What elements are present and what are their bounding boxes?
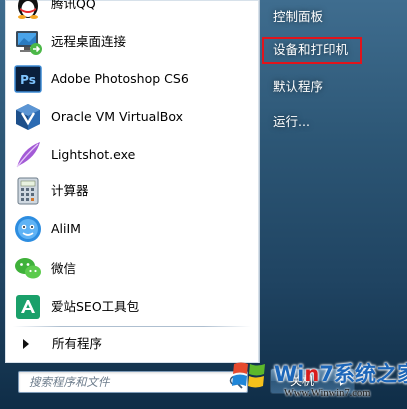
- program-label: AliIM: [51, 221, 81, 236]
- program-item-calculator[interactable]: 计算器: [5, 173, 259, 209]
- aliim-icon: [15, 216, 41, 242]
- all-programs-label: 所有程序: [52, 336, 103, 351]
- qq-penguin-icon: [18, 0, 38, 19]
- program-label: 计算器: [51, 183, 89, 198]
- program-list-separator: [13, 326, 251, 327]
- wechat-icon: [15, 258, 41, 279]
- chevron-right-icon: [340, 378, 345, 386]
- highlight-annotation-box: [262, 37, 362, 64]
- shutdown-button[interactable]: 关机: [270, 368, 334, 394]
- program-label: Oracle VM VirtualBox: [51, 109, 184, 124]
- remote-desktop-icon: [16, 31, 42, 55]
- calculator-icon: [17, 177, 39, 205]
- program-item-aliim[interactable]: AliIM: [5, 211, 259, 247]
- virtualbox-icon: [16, 104, 40, 130]
- program-item-lightshot[interactable]: Lightshot.exe: [5, 137, 259, 173]
- chevron-right-icon: [23, 339, 29, 349]
- photoshop-icon: Ps: [14, 65, 42, 93]
- default-programs-link[interactable]: 默认程序: [273, 75, 323, 99]
- run-link[interactable]: 运行...: [273, 110, 310, 134]
- search-box[interactable]: [18, 371, 248, 393]
- program-item-qq[interactable]: 腾讯QQ: [5, 0, 259, 22]
- programs-pane: 腾讯QQ 远程桌面连接 Ps Adobe Photoshop CS6 Oracl…: [5, 0, 260, 363]
- program-label: Lightshot.exe: [51, 147, 136, 162]
- program-item-wechat[interactable]: 微信: [5, 251, 259, 287]
- program-item-virtualbox[interactable]: Oracle VM VirtualBox: [5, 99, 259, 135]
- svg-text:Ps: Ps: [20, 73, 36, 87]
- program-item-photoshop[interactable]: Ps Adobe Photoshop CS6: [5, 61, 259, 97]
- start-menu: 腾讯QQ 远程桌面连接 Ps Adobe Photoshop CS6 Oracl…: [0, 0, 407, 409]
- program-item-remote-desktop[interactable]: 远程桌面连接: [5, 24, 259, 60]
- search-icon[interactable]: [229, 375, 243, 389]
- shutdown-options-button[interactable]: [332, 368, 355, 394]
- program-label: 腾讯QQ: [51, 0, 96, 11]
- program-label: 微信: [51, 261, 77, 276]
- control-panel-link[interactable]: 控制面板: [273, 5, 323, 29]
- program-item-aizhan-seo[interactable]: 爱站SEO工具包: [5, 289, 259, 325]
- all-programs-button[interactable]: 所有程序: [5, 331, 259, 357]
- aizhan-seo-icon: [16, 295, 40, 319]
- search-input[interactable]: [29, 374, 224, 390]
- program-label: Adobe Photoshop CS6: [51, 71, 189, 86]
- program-label: 远程桌面连接: [51, 34, 127, 49]
- lightshot-feather-icon: [16, 142, 40, 168]
- program-label: 爱站SEO工具包: [51, 299, 140, 314]
